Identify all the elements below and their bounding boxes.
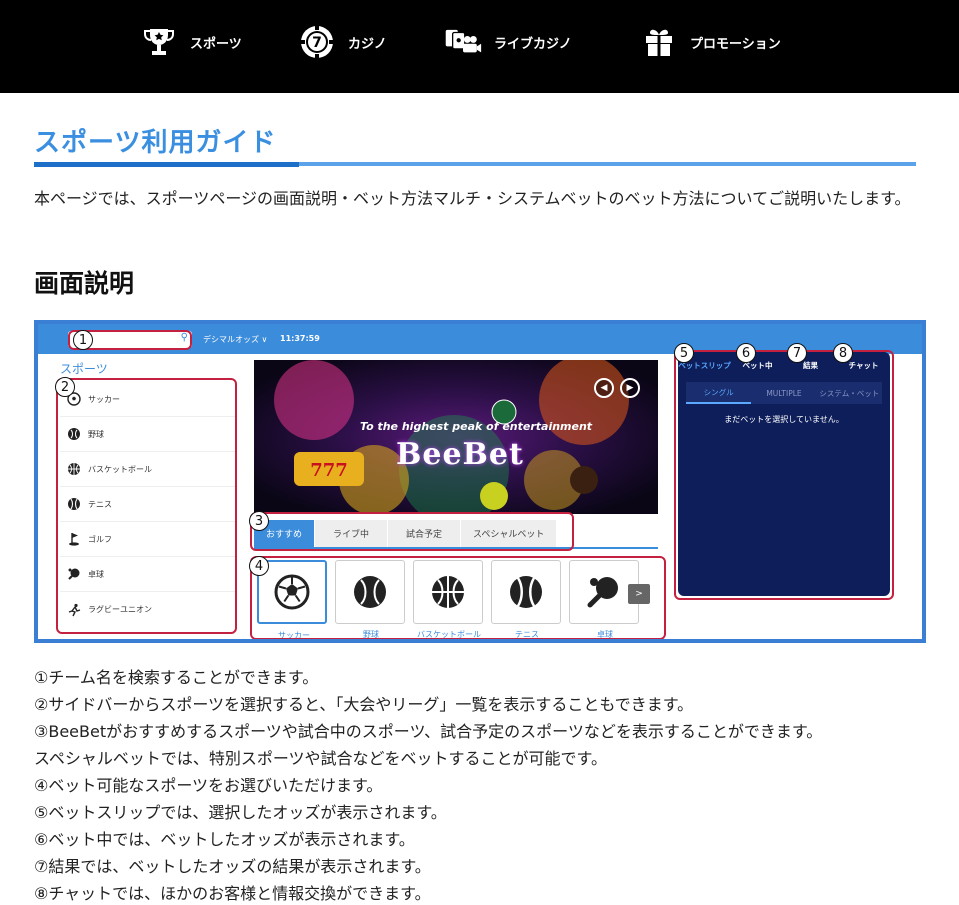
annotation-number-5: 5 — [674, 343, 694, 363]
description-item: ⑥ベット中では、ベットしたオッズが表示されます。 — [34, 830, 415, 849]
screenshot-clock: 11:37:59 — [280, 334, 320, 343]
svg-text:777: 777 — [310, 460, 348, 481]
banner-brand: BeeBet — [396, 437, 524, 472]
description-item: ⑦結果では、ベットしたオッズの結果が表示されます。 — [34, 857, 431, 876]
nav-item-promotion[interactable]: プロモーション — [640, 22, 781, 62]
nav-item-live-casino[interactable]: ライブカジノ — [444, 22, 572, 62]
description-item: ②サイドバーからスポーツを選択すると、「大会やリーグ」一覧を表示することもできま… — [34, 695, 694, 714]
nav-item-sports[interactable]: スポーツ — [140, 22, 242, 62]
nav-label: スポーツ — [190, 36, 242, 52]
description-item: スペシャルベットでは、特別スポーツや試合などをベットすることが可能です。 — [34, 749, 607, 768]
top-navigation: スポーツ 7 カジノ ライブカジノ プロモーション — [0, 0, 959, 93]
title-underline-accent — [34, 162, 299, 167]
annotation-box-4 — [250, 556, 666, 639]
description-item: ⑤ベットスリップでは、選択したオッズが表示されます。 — [34, 803, 447, 822]
screenshot-odds-format: デシマルオッズ ∨ — [203, 335, 268, 344]
annotation-number-2: 2 — [55, 377, 75, 397]
annotation-box-2 — [56, 378, 237, 634]
sports-page-screenshot: ⚲ デシマルオッズ ∨ 11:37:59 スポーツ サッカー 野球 バスケットボ… — [34, 320, 926, 643]
description-item: ①チーム名を検索することができます。 — [34, 668, 319, 687]
screenshot-sports-label: スポーツ — [60, 362, 108, 376]
banner-prev-icon: ◀ — [594, 378, 614, 398]
section-heading: 画面説明 — [34, 269, 135, 298]
nav-item-casino[interactable]: 7 カジノ — [298, 22, 387, 62]
description-item: ④ベット可能なスポーツをお選びいただけます。 — [34, 776, 383, 795]
page-title: スポーツ利用ガイド — [34, 128, 277, 158]
description-list: ①チーム名を検索することができます。 ②サイドバーからスポーツを選択すると、「大… — [34, 664, 934, 905]
nav-label: カジノ — [348, 36, 387, 52]
live-casino-icon — [444, 23, 482, 61]
annotation-number-6: 6 — [736, 343, 756, 363]
trophy-icon — [140, 23, 178, 61]
annotation-number-8: 8 — [833, 343, 853, 363]
casino-chip-icon: 7 — [298, 23, 336, 61]
annotation-number-4: 4 — [249, 556, 269, 576]
screenshot-banner: 777 To the highest peak of entertainment… — [254, 360, 658, 514]
nav-label: ライブカジノ — [494, 36, 572, 52]
nav-label: プロモーション — [690, 36, 781, 52]
description-item: ③BeeBetがおすすめするスポーツや試合中のスポーツ、試合予定のスポーツなどを… — [34, 722, 823, 741]
annotation-number-1: 1 — [73, 330, 93, 350]
gift-icon — [640, 23, 678, 61]
banner-next-icon: ▶ — [620, 378, 640, 398]
description-item: ⑧チャットでは、ほかのお客様と情報交換ができます。 — [34, 884, 431, 903]
annotation-number-7: 7 — [787, 343, 807, 363]
annotation-box-3 — [250, 512, 574, 551]
intro-text: 本ページでは、スポーツページの画面説明・ベット方法マルチ・システムベットのベット… — [34, 189, 911, 208]
banner-tagline: To the highest peak of entertainment — [360, 420, 593, 433]
annotation-box-betslip — [674, 350, 894, 600]
svg-text:7: 7 — [312, 35, 322, 51]
annotation-number-3: 3 — [249, 511, 269, 531]
